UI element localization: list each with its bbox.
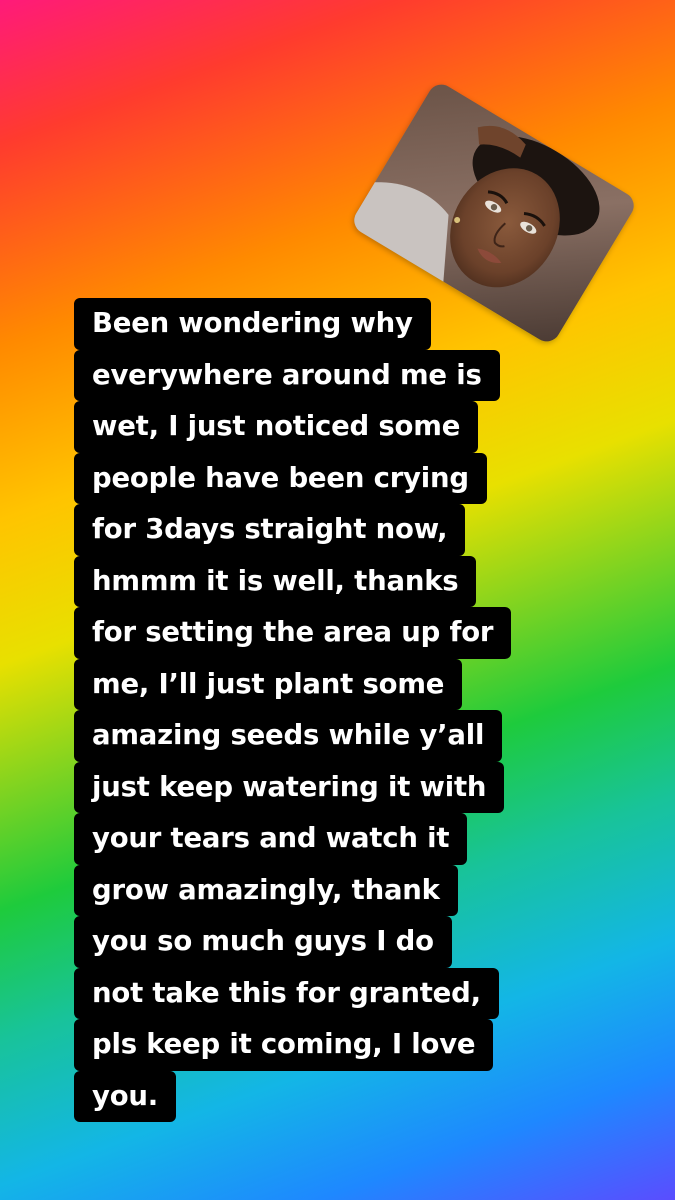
text-line-label: wet, I just noticed some (74, 401, 479, 453)
text-line-label: Been wondering why (74, 298, 431, 350)
text-line: grow amazingly, thank (74, 864, 594, 916)
text-line: hmmm it is well, thanks (74, 555, 594, 607)
text-line-label: you so much guys I do (74, 916, 452, 968)
story-text-block: Been wondering why everywhere around me … (74, 298, 594, 1122)
text-line-label: amazing seeds while y’all (74, 710, 503, 762)
text-line: wet, I just noticed some (74, 401, 594, 453)
text-line-label: me, I’ll just plant some (74, 658, 463, 710)
text-line: not take this for granted, (74, 967, 594, 1019)
text-line: pls keep it coming, I love (74, 1019, 594, 1071)
text-line-label: your tears and watch it (74, 813, 468, 865)
text-line-label: for setting the area up for (74, 607, 512, 659)
text-line-label: people have been crying (74, 452, 487, 504)
text-line: amazing seeds while y’all (74, 710, 594, 762)
text-line: you. (74, 1070, 594, 1122)
text-line-label: grow amazingly, thank (74, 864, 458, 916)
text-line-label: you. (74, 1070, 177, 1122)
text-line: your tears and watch it (74, 813, 594, 865)
text-line-label: just keep watering it with (74, 761, 505, 813)
text-line: me, I’ll just plant some (74, 658, 594, 710)
text-line-label: not take this for granted, (74, 967, 499, 1019)
text-line: Been wondering why (74, 298, 594, 350)
text-line: everywhere around me is (74, 349, 594, 401)
story-canvas: Been wondering why everywhere around me … (0, 0, 675, 1200)
text-line: just keep watering it with (74, 761, 594, 813)
text-line: for setting the area up for (74, 607, 594, 659)
text-line: for 3days straight now, (74, 504, 594, 556)
text-line: you so much guys I do (74, 916, 594, 968)
text-line-label: everywhere around me is (74, 349, 500, 401)
text-line: people have been crying (74, 452, 594, 504)
text-line-label: hmmm it is well, thanks (74, 555, 477, 607)
text-line-label: for 3days straight now, (74, 504, 466, 556)
text-line-label: pls keep it coming, I love (74, 1019, 494, 1071)
